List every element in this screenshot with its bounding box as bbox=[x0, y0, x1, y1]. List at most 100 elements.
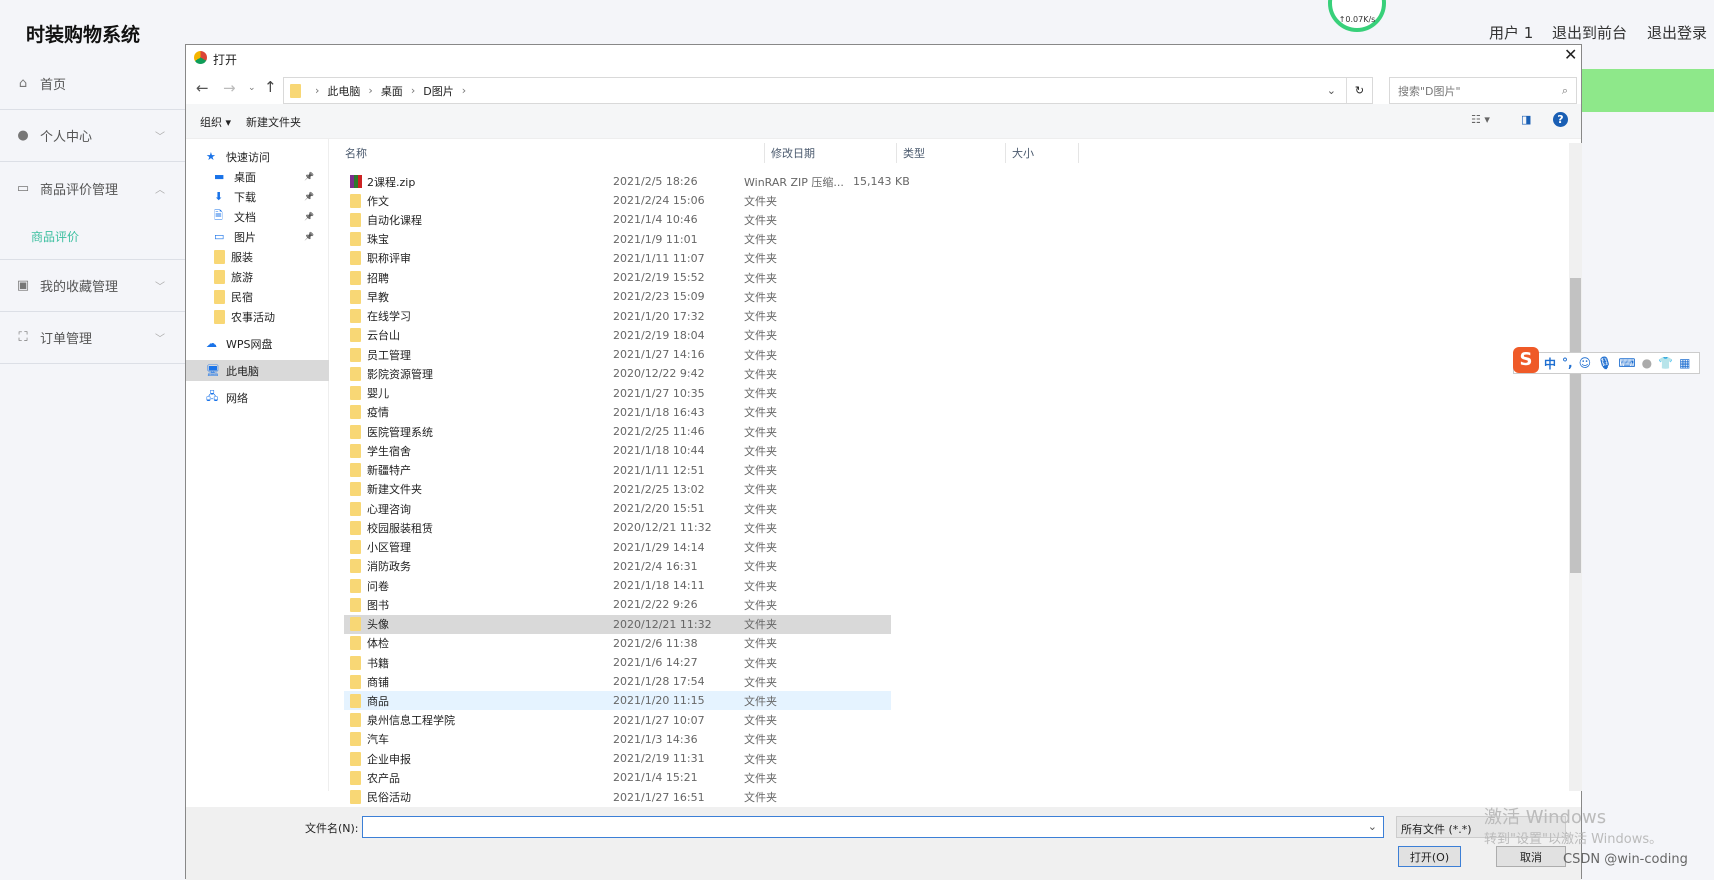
file-row[interactable]: 消防政务 2021/2/4 16:31 文件夹 bbox=[344, 557, 891, 576]
chevron-down-icon[interactable]: ⌄ bbox=[1327, 84, 1336, 97]
file-name: 书籍 bbox=[367, 656, 389, 670]
file-row[interactable]: 员工管理 2021/1/27 14:16 文件夹 bbox=[344, 345, 891, 364]
address-bar[interactable]: › 此电脑 › 桌面 › D图片 › ⌄ ↻ bbox=[283, 77, 1373, 104]
file-name: 影院资源管理 bbox=[367, 367, 433, 381]
nav-item[interactable]: ☁ WPS网盘 bbox=[186, 333, 329, 354]
nav-item[interactable]: 旅游 bbox=[186, 266, 329, 287]
file-row[interactable]: 自动化课程 2021/1/4 10:46 文件夹 bbox=[344, 210, 891, 229]
sidebar-item-review-mgmt[interactable]: ▭ 商品评价管理 ︿ bbox=[0, 162, 185, 214]
view-options-icon[interactable]: ☷ ▾ bbox=[1471, 113, 1490, 126]
file-row[interactable]: 2课程.zip 2021/2/5 18:26 WinRAR ZIP 压缩... 15,… bbox=[344, 172, 910, 191]
preview-pane-icon[interactable]: ◨ bbox=[1521, 113, 1531, 126]
nav-item[interactable]: 🗎 文档 📌 bbox=[186, 206, 329, 227]
file-row[interactable]: 学生宿舍 2021/1/18 10:44 文件夹 bbox=[344, 441, 891, 460]
file-row[interactable]: 汽车 2021/1/3 14:36 文件夹 bbox=[344, 730, 891, 749]
file-row[interactable]: 招聘 2021/2/19 15:52 文件夹 bbox=[344, 268, 891, 287]
nav-item[interactable]: ⬇ 下载 📌 bbox=[186, 186, 329, 207]
file-row[interactable]: 小区管理 2021/1/29 14:14 文件夹 bbox=[344, 538, 891, 557]
cancel-button[interactable]: 取消 bbox=[1496, 846, 1566, 867]
back-icon[interactable]: ← bbox=[196, 79, 209, 97]
skin-icon[interactable]: 👕 bbox=[1658, 356, 1673, 370]
organize-button[interactable]: 组织 ▾ bbox=[200, 114, 231, 130]
file-row[interactable]: 早教 2021/2/23 15:09 文件夹 bbox=[344, 287, 891, 306]
breadcrumb-item[interactable]: 此电脑 bbox=[327, 83, 360, 99]
file-row[interactable]: 在线学习 2021/1/20 17:32 文件夹 bbox=[344, 307, 891, 326]
file-row[interactable]: 新疆特产 2021/1/11 12:51 文件夹 bbox=[344, 461, 891, 480]
column-header-date[interactable]: 修改日期 bbox=[765, 143, 897, 163]
nav-item[interactable]: 服装 bbox=[186, 246, 329, 267]
file-name: 婴儿 bbox=[367, 387, 389, 401]
clipboard-icon: ▣ bbox=[16, 278, 30, 293]
file-row[interactable]: 云台山 2021/2/19 18:04 文件夹 bbox=[344, 326, 891, 345]
file-row[interactable]: 农产品 2021/1/4 15:21 文件夹 bbox=[344, 768, 891, 787]
file-row[interactable]: 问卷 2021/1/18 14:11 文件夹 bbox=[344, 576, 891, 595]
file-row[interactable]: 珠宝 2021/1/9 11:01 文件夹 bbox=[344, 230, 891, 249]
nav-item[interactable]: 🖥 此电脑 bbox=[186, 360, 329, 381]
nav-item[interactable]: 民宿 bbox=[186, 286, 329, 307]
file-row[interactable]: 书籍 2021/1/6 14:27 文件夹 bbox=[344, 653, 891, 672]
nav-item[interactable]: 🖧 网络 bbox=[186, 387, 329, 408]
user-icon[interactable]: ● bbox=[1642, 356, 1652, 370]
file-row[interactable]: 职称评审 2021/1/11 11:07 文件夹 bbox=[344, 249, 891, 268]
file-row[interactable]: 影院资源管理 2020/12/22 9:42 文件夹 bbox=[344, 364, 891, 383]
file-row[interactable]: 体检 2021/2/6 11:38 文件夹 bbox=[344, 634, 891, 653]
file-row[interactable]: 图书 2021/2/22 9:26 文件夹 bbox=[344, 595, 891, 614]
file-row[interactable]: 医院管理系统 2021/2/25 11:46 文件夹 bbox=[344, 422, 891, 441]
emoji-icon[interactable]: ☺ bbox=[1579, 356, 1592, 370]
ime-punctuation-toggle[interactable]: °, bbox=[1562, 356, 1573, 370]
nav-item[interactable]: ▬ 桌面 📌 bbox=[186, 166, 329, 187]
pin-icon[interactable]: 📌 bbox=[304, 192, 314, 201]
file-row[interactable]: 婴儿 2021/1/27 10:35 文件夹 bbox=[344, 384, 891, 403]
ime-language-toggle[interactable]: 中 bbox=[1544, 355, 1556, 372]
logout-link[interactable]: 退出登录 bbox=[1647, 22, 1707, 43]
breadcrumb-item[interactable]: 桌面 bbox=[381, 83, 403, 99]
file-type: 文件夹 bbox=[744, 194, 777, 208]
new-folder-button[interactable]: 新建文件夹 bbox=[246, 114, 301, 130]
nav-item[interactable]: ★ 快速访问 bbox=[186, 146, 329, 167]
user-name[interactable]: 用户 1 bbox=[1489, 22, 1533, 43]
nav-item[interactable]: ▭ 图片 📌 bbox=[186, 226, 329, 247]
scrollbar-thumb[interactable] bbox=[1570, 278, 1581, 573]
sidebar-item-favorites[interactable]: ▣ 我的收藏管理 ﹀ bbox=[0, 260, 185, 312]
recent-dropdown-icon[interactable]: ⌄ bbox=[248, 83, 256, 93]
column-header-type[interactable]: 类型 bbox=[897, 143, 1006, 163]
file-row[interactable]: 作文 2021/2/24 15:06 文件夹 bbox=[344, 191, 891, 210]
file-type: 文件夹 bbox=[744, 791, 777, 805]
column-header-name[interactable]: 名称 bbox=[339, 143, 765, 163]
filename-input[interactable]: ⌄ bbox=[362, 816, 1384, 838]
search-input[interactable]: 搜索"D图片" ⌕ bbox=[1389, 77, 1577, 104]
column-header-size[interactable]: 大小 bbox=[1006, 143, 1079, 163]
keyboard-icon[interactable]: ⌨ bbox=[1618, 356, 1635, 370]
open-button[interactable]: 打开(O) bbox=[1398, 846, 1461, 867]
column-label: 名称 bbox=[345, 147, 367, 160]
pin-icon[interactable]: 📌 bbox=[304, 212, 314, 221]
nav-item[interactable]: 农事活动 bbox=[186, 306, 329, 327]
file-row[interactable]: 商铺 2021/1/28 17:54 文件夹 bbox=[344, 672, 891, 691]
file-row[interactable]: 泉州信息工程学院 2021/1/27 10:07 文件夹 bbox=[344, 711, 891, 730]
forward-icon[interactable]: → bbox=[223, 79, 236, 97]
file-row[interactable]: 民俗活动 2021/1/27 16:51 文件夹 bbox=[344, 788, 891, 807]
file-row[interactable]: 商品 2021/1/20 11:15 文件夹 bbox=[344, 691, 891, 711]
help-icon[interactable]: ? bbox=[1553, 112, 1568, 127]
close-icon[interactable]: ✕ bbox=[1564, 45, 1577, 64]
pin-icon[interactable]: 📌 bbox=[304, 232, 314, 241]
sidebar-subitem-review[interactable]: 商品评价 bbox=[31, 228, 79, 245]
pin-icon[interactable]: 📌 bbox=[304, 172, 314, 181]
sidebar-item-orders[interactable]: ⛶ 订单管理 ﹀ bbox=[0, 312, 185, 364]
file-row[interactable]: 头像 2020/12/21 11:32 文件夹 bbox=[344, 614, 891, 634]
file-row[interactable]: 心理咨询 2021/2/20 15:51 文件夹 bbox=[344, 499, 891, 518]
file-row[interactable]: 校园服装租赁 2020/12/21 11:32 文件夹 bbox=[344, 518, 891, 537]
sidebar-item-home[interactable]: ⌂ 首页 bbox=[0, 58, 185, 110]
file-row[interactable]: 疫情 2021/1/18 16:43 文件夹 bbox=[344, 403, 891, 422]
file-row[interactable]: 新建文件夹 2021/2/25 13:02 文件夹 bbox=[344, 480, 891, 499]
grid-menu-icon[interactable]: ▦ bbox=[1679, 356, 1690, 370]
file-row[interactable]: 企业申报 2021/2/19 11:31 文件夹 bbox=[344, 749, 891, 768]
folder-icon bbox=[214, 249, 225, 264]
sidebar-item-profile[interactable]: ● 个人中心 ﹀ bbox=[0, 110, 185, 162]
vertical-scrollbar[interactable] bbox=[1569, 143, 1582, 791]
microphone-icon[interactable]: 🎙 bbox=[1597, 356, 1612, 370]
refresh-icon[interactable]: ↻ bbox=[1346, 78, 1372, 103]
up-icon[interactable]: ↑ bbox=[264, 78, 277, 96]
back-to-front-link[interactable]: 退出到前台 bbox=[1552, 22, 1627, 43]
breadcrumb-item[interactable]: D图片 bbox=[423, 83, 453, 99]
